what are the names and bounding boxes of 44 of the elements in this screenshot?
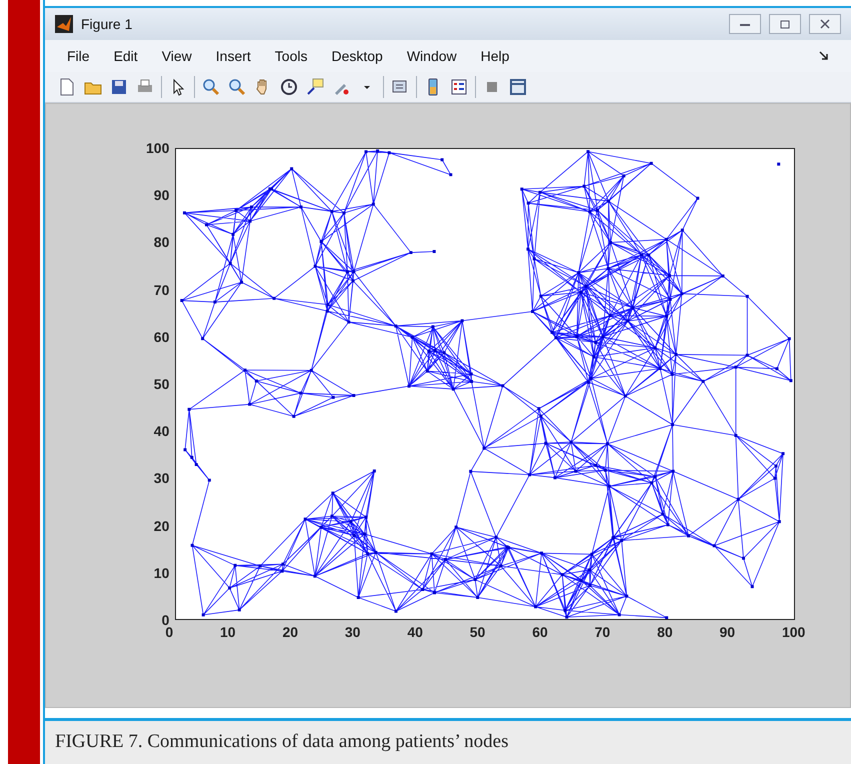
y-tick-label: 40 [152,423,170,440]
data-cursor-icon[interactable] [305,77,325,97]
x-tick-label: 30 [344,624,360,642]
menu-item[interactable]: Desktop [331,48,383,64]
panel-icon[interactable] [508,77,528,97]
x-tick-label: 70 [594,624,610,642]
app-icon [55,15,73,33]
x-tick-label: 60 [532,624,548,642]
y-tick-label: 30 [152,470,170,486]
menu-item[interactable]: File [67,48,90,64]
figure-caption: FIGURE 7. Communications of data among patients’ nodes [45,718,851,764]
y-tick-label: 80 [152,234,170,250]
maximize-button[interactable] [769,14,801,34]
x-tick-label: 10 [220,624,236,642]
x-tick-label: 20 [282,624,298,642]
close-icon [820,19,830,29]
save-icon[interactable] [109,77,129,97]
x-tick-label: 90 [720,624,736,642]
menu-item[interactable]: Tools [274,48,308,64]
menu-item[interactable]: Help [480,48,510,64]
dock-arrow-icon[interactable] [819,51,829,61]
maximize-icon [780,20,790,28]
minimize-icon [740,21,750,27]
x-tick-label: 50 [470,624,486,642]
window-title: Figure 1 [81,16,132,32]
y-tick-label: 100 [146,140,170,156]
x-tick-label: 100 [782,624,806,642]
y-tick-label: 90 [152,187,170,204]
menu-item[interactable]: View [162,48,192,64]
x-tick-label: 40 [407,624,423,642]
y-tick-label: 10 [152,564,170,581]
zoom-in-icon[interactable] [201,77,221,97]
y-tick-label: 50 [152,376,170,392]
y-tick-label: 70 [152,282,170,298]
minimize-button[interactable] [729,14,761,34]
zoom-out-icon[interactable] [227,77,247,97]
y-tick-label: 60 [152,328,170,345]
y-tick-label: 20 [152,518,170,534]
close-button[interactable] [809,14,841,34]
menu-item[interactable]: Edit [114,48,138,64]
legend-icon[interactable] [449,77,469,97]
menu-item[interactable]: Insert [216,48,251,64]
x-tick-label: 80 [657,624,673,642]
menu-item[interactable]: Window [406,48,457,64]
